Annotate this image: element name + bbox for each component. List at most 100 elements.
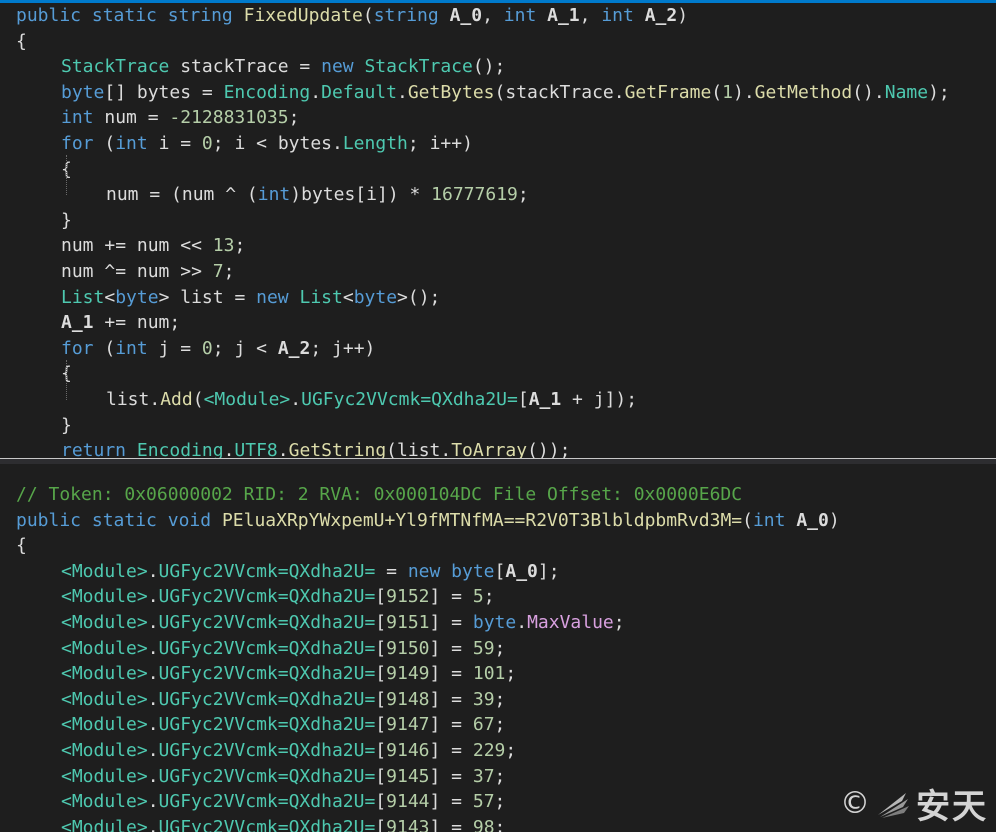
pane1-line-6[interactable]: for (int i = 0; i < bytes.Length; i++) [0,131,996,157]
code-token: ] = [429,611,473,633]
code-token: ( [93,337,116,359]
pane1-line-4[interactable]: byte[] bytes = Encoding.Default.GetBytes… [0,80,996,106]
code-token: Default [321,81,397,103]
code-token: 9147 [386,714,430,736]
pane1-line-5[interactable]: int num = -2128831035; [0,105,996,131]
code-token: . [147,611,159,633]
code-token: . [147,688,159,710]
pane2-line-8[interactable]: <Module>.UGFyc2VVcmk=QXdha2U=[9149] = 10… [0,661,996,687]
code-token: [ [494,560,506,582]
code-token: int [115,132,148,154]
code-token: [] [104,81,137,103]
code-token: [ [375,637,387,659]
pane1-line-16[interactable]: list.Add(<Module>.UGFyc2VVcmk=QXdha2U=[A… [0,387,996,413]
code-token: 9143 [386,816,430,832]
code-token: bytes [301,184,356,206]
code-token: UTF8 [234,440,278,458]
code-token: [ [375,816,387,832]
code-token: . [290,388,302,410]
pane2-line-2[interactable]: public static void PEluaXRpYWxpemU+Yl9fM… [0,508,996,534]
code-token: < [245,337,278,359]
code-token: ). [732,81,755,103]
code-token: i [234,132,246,154]
code-token: 98 [472,816,495,832]
pane2-line-9[interactable]: <Module>.UGFyc2VVcmk=QXdha2U=[9148] = 39… [0,687,996,713]
code-token: 37 [472,765,495,787]
code-token: num [136,260,170,282]
pane1-line-9[interactable]: } [0,208,996,234]
code-token: ]); [604,388,638,410]
code-token: [ [375,663,387,685]
code-token: ; [505,739,517,761]
pane2-line-7[interactable]: <Module>.UGFyc2VVcmk=QXdha2U=[9150] = 59… [0,636,996,662]
code-token: UGFyc2VVcmk=QXdha2U= [158,663,376,685]
code-token: ++) [342,337,376,359]
code-token: num [106,184,139,206]
pane2-line-11[interactable]: <Module>.UGFyc2VVcmk=QXdha2U=[9146] = 22… [0,738,996,764]
code-token: ; [505,663,517,685]
code-token: UGFyc2VVcmk=QXdha2U= [158,560,376,582]
pane1-line-3[interactable]: StackTrace stackTrace = new StackTrace()… [0,54,996,80]
code-token: += [93,235,137,257]
pane1-line-11[interactable]: num ^= num >> 7; [0,259,996,285]
code-token: UGFyc2VVcmk=QXdha2U= [158,586,376,608]
code-token: ; [494,816,506,832]
code-token: UGFyc2VVcmk=QXdha2U= [158,611,376,633]
pane2-line-1[interactable]: // Token: 0x06000002 RID: 2 RVA: 0x00010… [0,482,996,508]
pane1-line-2[interactable]: { [0,29,996,55]
code-token: ] = [429,637,473,659]
pane2-line-5[interactable]: <Module>.UGFyc2VVcmk=QXdha2U=[9152] = 5; [0,584,996,610]
code-token: . [277,440,289,458]
code-pane-initializer[interactable]: // Token: 0x06000002 RID: 2 RVA: 0x00010… [0,464,996,832]
pane1-line-15[interactable]: { [0,361,996,387]
pane1-line-1[interactable]: public static string FixedUpdate(string … [0,3,996,29]
pane1-line-12[interactable]: List<byte> list = new List<byte>(); [0,285,996,311]
code-token: i [366,184,377,206]
pane2-line-3[interactable]: { [0,533,996,559]
code-token: A_1 [61,312,94,334]
pane2-line-6[interactable]: <Module>.UGFyc2VVcmk=QXdha2U=[9151] = by… [0,610,996,636]
pane1-line-17[interactable]: } [0,413,996,439]
code-pane-fixedupdate[interactable]: public static string FixedUpdate(string … [0,3,996,458]
code-token: // Token: 0x06000002 RID: 2 RVA: 0x00010… [16,484,743,505]
code-token: num [104,107,137,129]
code-token: . [147,560,159,582]
code-token: int [601,5,634,26]
code-token: . [310,81,322,103]
code-token: <Module> [61,739,148,761]
code-token: ; [407,132,430,154]
pane1-line-7[interactable]: { [0,157,996,183]
code-token: . [147,791,159,813]
code-token: ] = [429,765,473,787]
code-token: 16777619 [431,184,518,206]
code-token: = [169,132,202,154]
pane1-line-14[interactable]: for (int j = 0; j < A_2; j++) [0,336,996,362]
pane2-line-10[interactable]: <Module>.UGFyc2VVcmk=QXdha2U=[9147] = 67… [0,712,996,738]
code-token: ] = [429,586,473,608]
pane1-line-10[interactable]: num += num << 13; [0,233,996,259]
code-token: 229 [472,739,506,761]
code-token: [ [375,765,387,787]
pane2-line-4[interactable]: <Module>.UGFyc2VVcmk=QXdha2U= = new byte… [0,559,996,585]
code-token: { [16,535,27,557]
pane1-line-18[interactable]: return Encoding.UTF8.GetString(list.ToAr… [0,438,996,458]
pane1-line-13[interactable]: A_1 += num; [0,310,996,336]
code-token: GetFrame [624,81,712,103]
code-token: 0 [201,132,213,154]
code-token: (). [852,81,885,103]
code-token: += [93,312,137,334]
code-token: num [61,235,94,257]
code-token: [ [517,388,529,410]
code-token: UGFyc2VVcmk=QXdha2U= [158,739,376,761]
code-token: Encoding [136,440,224,458]
code-token: ) [828,509,840,531]
code-token: byte [115,286,159,308]
code-token: i [158,132,170,154]
code-token: . [332,132,343,154]
pane1-line-8[interactable]: num = (num ^ (int)bytes[i]) * 16777619; [0,182,996,208]
code-token: A_0 [796,509,829,531]
code-token: ; [169,312,181,334]
